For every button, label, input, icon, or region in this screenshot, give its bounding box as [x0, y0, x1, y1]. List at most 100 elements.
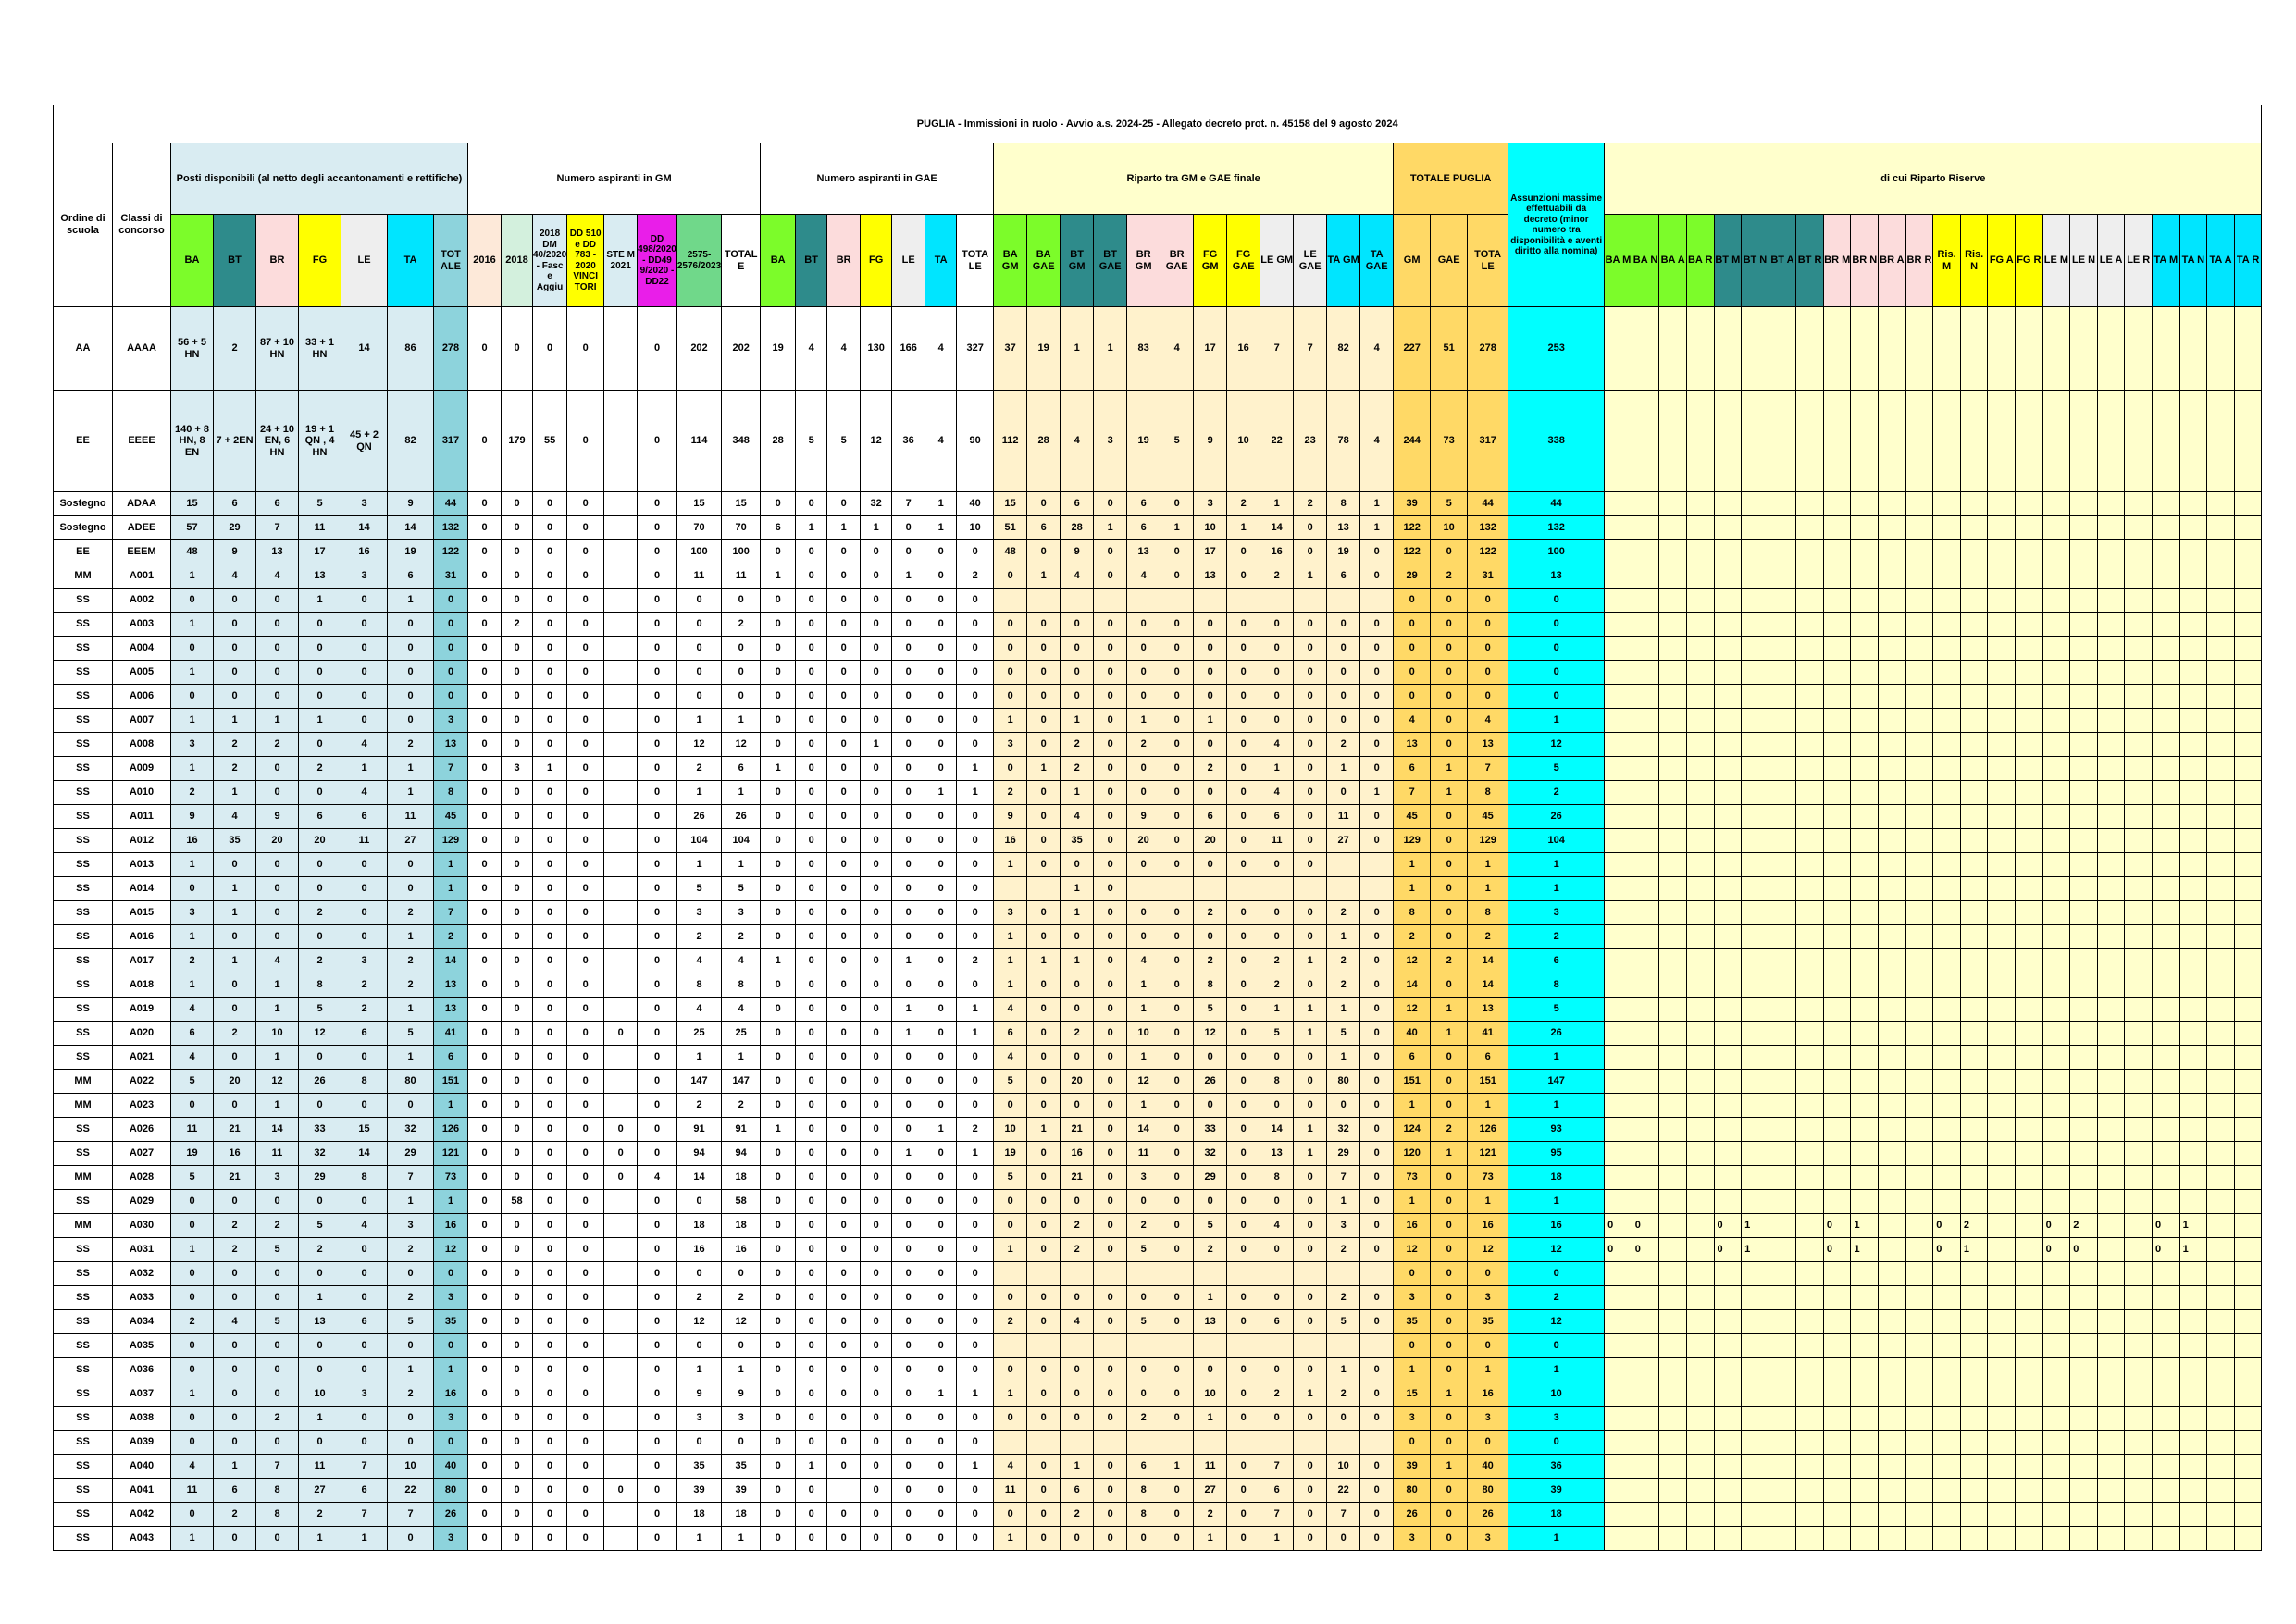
cell-riserve	[2124, 539, 2153, 564]
cell-riserve	[1741, 948, 1769, 973]
cell-gae: 0	[891, 1093, 926, 1118]
cell-gm: 26	[721, 804, 762, 829]
cell-posti: 0	[213, 588, 256, 613]
cell-gm: 202	[676, 306, 723, 391]
cell-gm: 2	[721, 924, 762, 949]
cell-riserve	[1741, 1165, 1769, 1190]
cell-posti: 4	[170, 1045, 214, 1070]
cell-riserve	[1768, 1285, 1797, 1310]
cell-riparto: 0	[1359, 1382, 1395, 1407]
cell-riserve	[1987, 1285, 2017, 1310]
cell-riparto: 10	[1193, 515, 1228, 540]
table-row: SS A041 11 6 8 27 6 22 80 0 0 0 0 0 0 39 39 0 0 0 0 0 0 11 0 6 0 8 0…	[53, 1478, 2263, 1503]
cell-classe: A028	[112, 1165, 171, 1190]
cell-riserve	[2096, 1093, 2126, 1118]
cell-gae: 0	[860, 1141, 893, 1166]
cell-riserve	[1959, 1117, 1989, 1142]
cell-riserve	[1768, 306, 1797, 391]
table-row: SS A011 9 4 9 6 6 11 45 0 0 0 0 0 26 26 0 0 0 0 0 0 0 9 0 4 0 9 0 6 0 6…	[53, 804, 2263, 829]
cell-posti: 1	[170, 852, 214, 877]
cell-riserve	[1878, 564, 1906, 589]
cell-riserve	[1741, 900, 1769, 925]
cell-gm: 0	[637, 660, 677, 685]
cell-posti: 0	[255, 852, 299, 877]
cell-riparto: 12	[1126, 1069, 1161, 1094]
cell-riserve	[1878, 515, 1906, 540]
cell-riserve	[1658, 708, 1687, 733]
cell-totale: 3	[1467, 1285, 1509, 1310]
cell-riparto: 0	[1359, 1069, 1395, 1094]
cell-riserve	[1959, 1382, 1989, 1407]
cell-posti: 0	[255, 1357, 299, 1382]
cell-posti: 2	[387, 1382, 434, 1407]
cell-posti: 16	[433, 1213, 468, 1238]
cell-gm: 16	[676, 1237, 723, 1262]
cell-riparto: 5	[993, 1069, 1028, 1094]
cell-gae: 0	[925, 1406, 958, 1431]
cell-riserve	[1932, 306, 1961, 391]
cell-riparto: 0	[1026, 1526, 1061, 1551]
cell-riserve	[1768, 539, 1797, 564]
cell-gm: 0	[566, 515, 605, 540]
cell-riparto	[1260, 588, 1295, 613]
cell-riparto: 22	[1260, 390, 1295, 492]
cell-riserve	[1987, 973, 2017, 998]
cell-riserve	[1795, 1261, 1824, 1286]
cell-riparto: 14	[1126, 1117, 1161, 1142]
cell-riserve	[2069, 660, 2098, 685]
cell-riserve	[1850, 1189, 1880, 1214]
cell-gm: 1	[676, 780, 723, 805]
cell-riserve	[2069, 539, 2098, 564]
cell-riparto	[1093, 588, 1128, 613]
cell-posti: 2	[387, 948, 434, 973]
cell-riserve	[1987, 804, 2017, 829]
cell-riserve	[1741, 828, 1769, 853]
cell-gm: 0	[676, 636, 723, 661]
cell-gae: 0	[795, 684, 828, 709]
cell-posti: 6	[387, 564, 434, 589]
cell-riparto: 0	[1226, 1213, 1261, 1238]
cell-riserve	[1604, 1333, 1632, 1358]
cell-riparto: 0	[1093, 1526, 1128, 1551]
cell-riserve	[1905, 636, 1934, 661]
cell-gm: 0	[566, 924, 605, 949]
cell-gm: 0	[467, 515, 502, 540]
cell-totale: 0	[1430, 612, 1469, 637]
cell-gm: 0	[721, 588, 762, 613]
cell-gm: 0	[501, 1165, 533, 1190]
cell-riparto: 0	[1026, 997, 1061, 1022]
cell-totale: 317	[1467, 390, 1509, 492]
cell-riserve	[2178, 390, 2208, 492]
cell-ordine: AA	[53, 306, 113, 391]
cell-riserve	[2233, 660, 2263, 685]
cell-gae: 0	[925, 1213, 958, 1238]
table-row: MM A023 0 0 1 0 0 0 1 0 0 0 0 0 2 2 0 0 0 0 0 0 0 0 0 0 0 1 0 0 0 0 0 0 0 1…	[53, 1093, 2263, 1118]
cell-gm: 0	[531, 1189, 568, 1214]
cell-riserve	[2015, 1382, 2043, 1407]
cell-riparto: 0	[1060, 852, 1095, 877]
cell-gm: 0	[566, 1502, 605, 1527]
cell-gm: 0	[467, 708, 502, 733]
cell-riparto: 3	[1326, 1213, 1361, 1238]
cell-riparto: 0	[1359, 1117, 1395, 1142]
cell-riserve	[1713, 564, 1743, 589]
cell-riparto: 12	[1193, 1021, 1228, 1046]
cell-riparto: 1	[1193, 1406, 1228, 1431]
cell-ordine: SS	[53, 1117, 113, 1142]
cell-riserve	[1741, 708, 1769, 733]
cell-gae: 1	[760, 756, 797, 781]
cell-riparto: 0	[1359, 828, 1395, 853]
cell-riserve	[1685, 684, 1715, 709]
cell-riserve	[1959, 1165, 1989, 1190]
cell-riserve	[2178, 1165, 2208, 1190]
cell-riserve	[1905, 973, 1934, 998]
cell-riparto: 6	[1060, 1478, 1095, 1503]
cell-riparto	[1060, 1261, 1095, 1286]
cell-posti: 2	[255, 1213, 299, 1238]
cell-gae: 0	[925, 708, 958, 733]
cell-riparto: 10	[1326, 1454, 1361, 1479]
cell-gm: 0	[531, 1333, 568, 1358]
cell-totale: 126	[1467, 1117, 1509, 1142]
cell-riserve	[1741, 1117, 1769, 1142]
cell-riparto: 4	[1126, 948, 1161, 973]
